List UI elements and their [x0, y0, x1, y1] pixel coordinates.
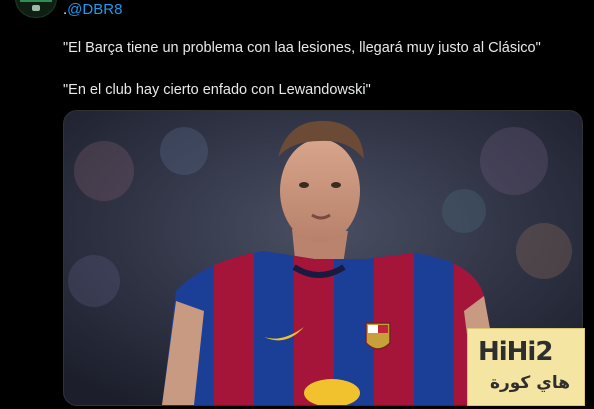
tweet-text-line-2: "En el club hay cierto enfado con Lewand…: [63, 82, 371, 98]
crest-quarter-white: [368, 325, 378, 333]
avatar[interactable]: [15, 0, 57, 18]
face: [280, 139, 360, 243]
mention-handle-link[interactable]: @DBR8: [67, 1, 122, 18]
avatar-stripe: [20, 0, 52, 2]
crest-quarter-red: [378, 325, 388, 333]
watermark-logo: HiHi2 هاي كورة: [467, 328, 585, 406]
left-eye: [299, 182, 309, 188]
avatar-dot: [32, 5, 40, 11]
tweet-text-line-1: "El Barça tiene un problema con laa lesi…: [63, 40, 541, 56]
right-eye: [331, 182, 341, 188]
watermark-arabic: هاي كورة: [489, 373, 570, 393]
tweet-mention: .@DBR8: [63, 1, 122, 18]
watermark-latin: HiHi2: [478, 337, 553, 367]
